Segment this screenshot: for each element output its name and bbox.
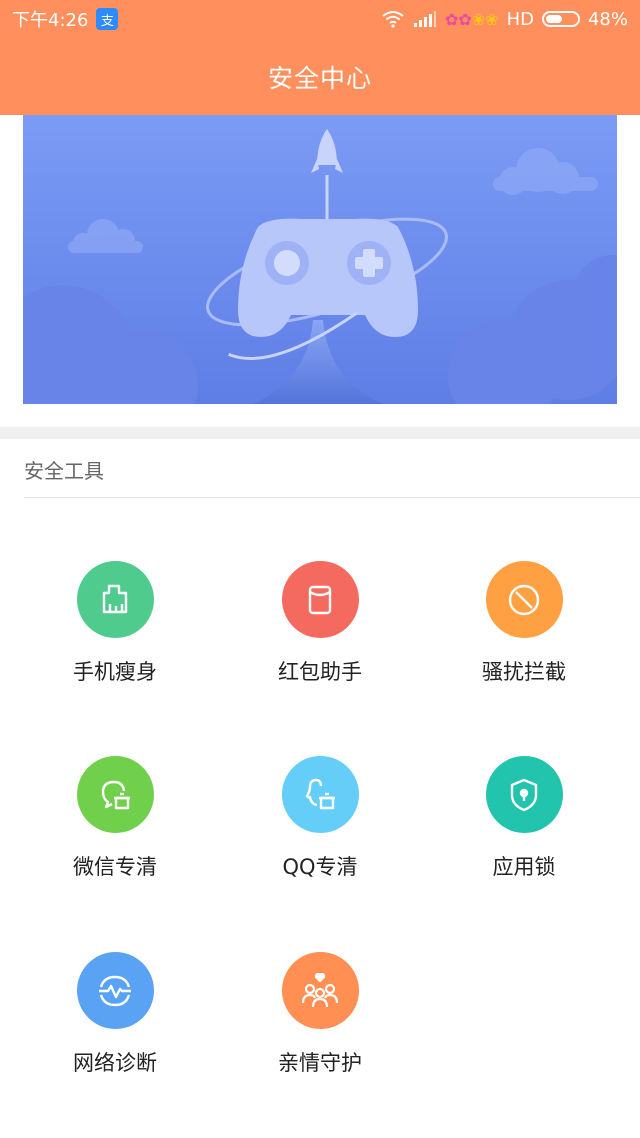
section-separator xyxy=(24,497,640,498)
wifi-icon xyxy=(382,11,404,28)
status-bar: 下午4:26 支 ✿✿❀❀ HD 48% xyxy=(0,0,640,38)
battery-icon xyxy=(541,11,580,27)
app-lock-icon xyxy=(485,756,563,833)
signal-icon xyxy=(413,11,436,27)
wechat-clean-icon xyxy=(76,756,154,833)
network-type: HD xyxy=(506,8,534,30)
tool-label: 微信专清 xyxy=(73,855,157,879)
network-diagnosis-icon xyxy=(76,952,154,1029)
block-icon xyxy=(485,561,563,638)
phone-clean-icon xyxy=(76,561,154,638)
tool-label: 应用锁 xyxy=(492,855,556,879)
tool-label: 手机瘦身 xyxy=(73,660,157,684)
tool-app-lock[interactable]: 应用锁 xyxy=(424,756,624,881)
status-time: 下午4:26 xyxy=(12,10,89,31)
tool-red-packet[interactable]: 红包助手 xyxy=(220,561,420,686)
flower-icons: ✿✿❀❀ xyxy=(444,9,499,29)
game-controller-rocket-illustration xyxy=(23,115,617,404)
tool-family-guard[interactable]: 亲情守护 xyxy=(220,952,420,1077)
battery-percent: 48% xyxy=(587,8,628,30)
tool-label: 亲情守护 xyxy=(278,1051,362,1075)
alipay-notification-icon: 支 xyxy=(96,8,119,30)
app-bar: 安全中心 xyxy=(0,38,640,115)
red-packet-icon xyxy=(281,561,359,638)
tool-wechat-clean[interactable]: 微信专清 xyxy=(15,756,215,881)
tool-network-diagnosis[interactable]: 网络诊断 xyxy=(15,952,215,1077)
tool-label: 骚扰拦截 xyxy=(482,660,566,684)
tool-harassment-block[interactable]: 骚扰拦截 xyxy=(424,561,624,686)
section-title: 安全工具 xyxy=(24,459,104,483)
family-guard-icon xyxy=(281,952,359,1029)
page-title: 安全中心 xyxy=(267,63,372,93)
tool-label: 红包助手 xyxy=(278,660,362,684)
tool-qq-clean[interactable]: QQ专清 xyxy=(220,756,420,881)
tool-phone-clean[interactable]: 手机瘦身 xyxy=(15,561,215,686)
qq-clean-icon xyxy=(281,756,359,833)
banner[interactable] xyxy=(23,115,617,404)
section-divider xyxy=(0,427,640,439)
tool-label: 网络诊断 xyxy=(73,1051,157,1075)
tool-label: QQ专清 xyxy=(282,855,358,879)
